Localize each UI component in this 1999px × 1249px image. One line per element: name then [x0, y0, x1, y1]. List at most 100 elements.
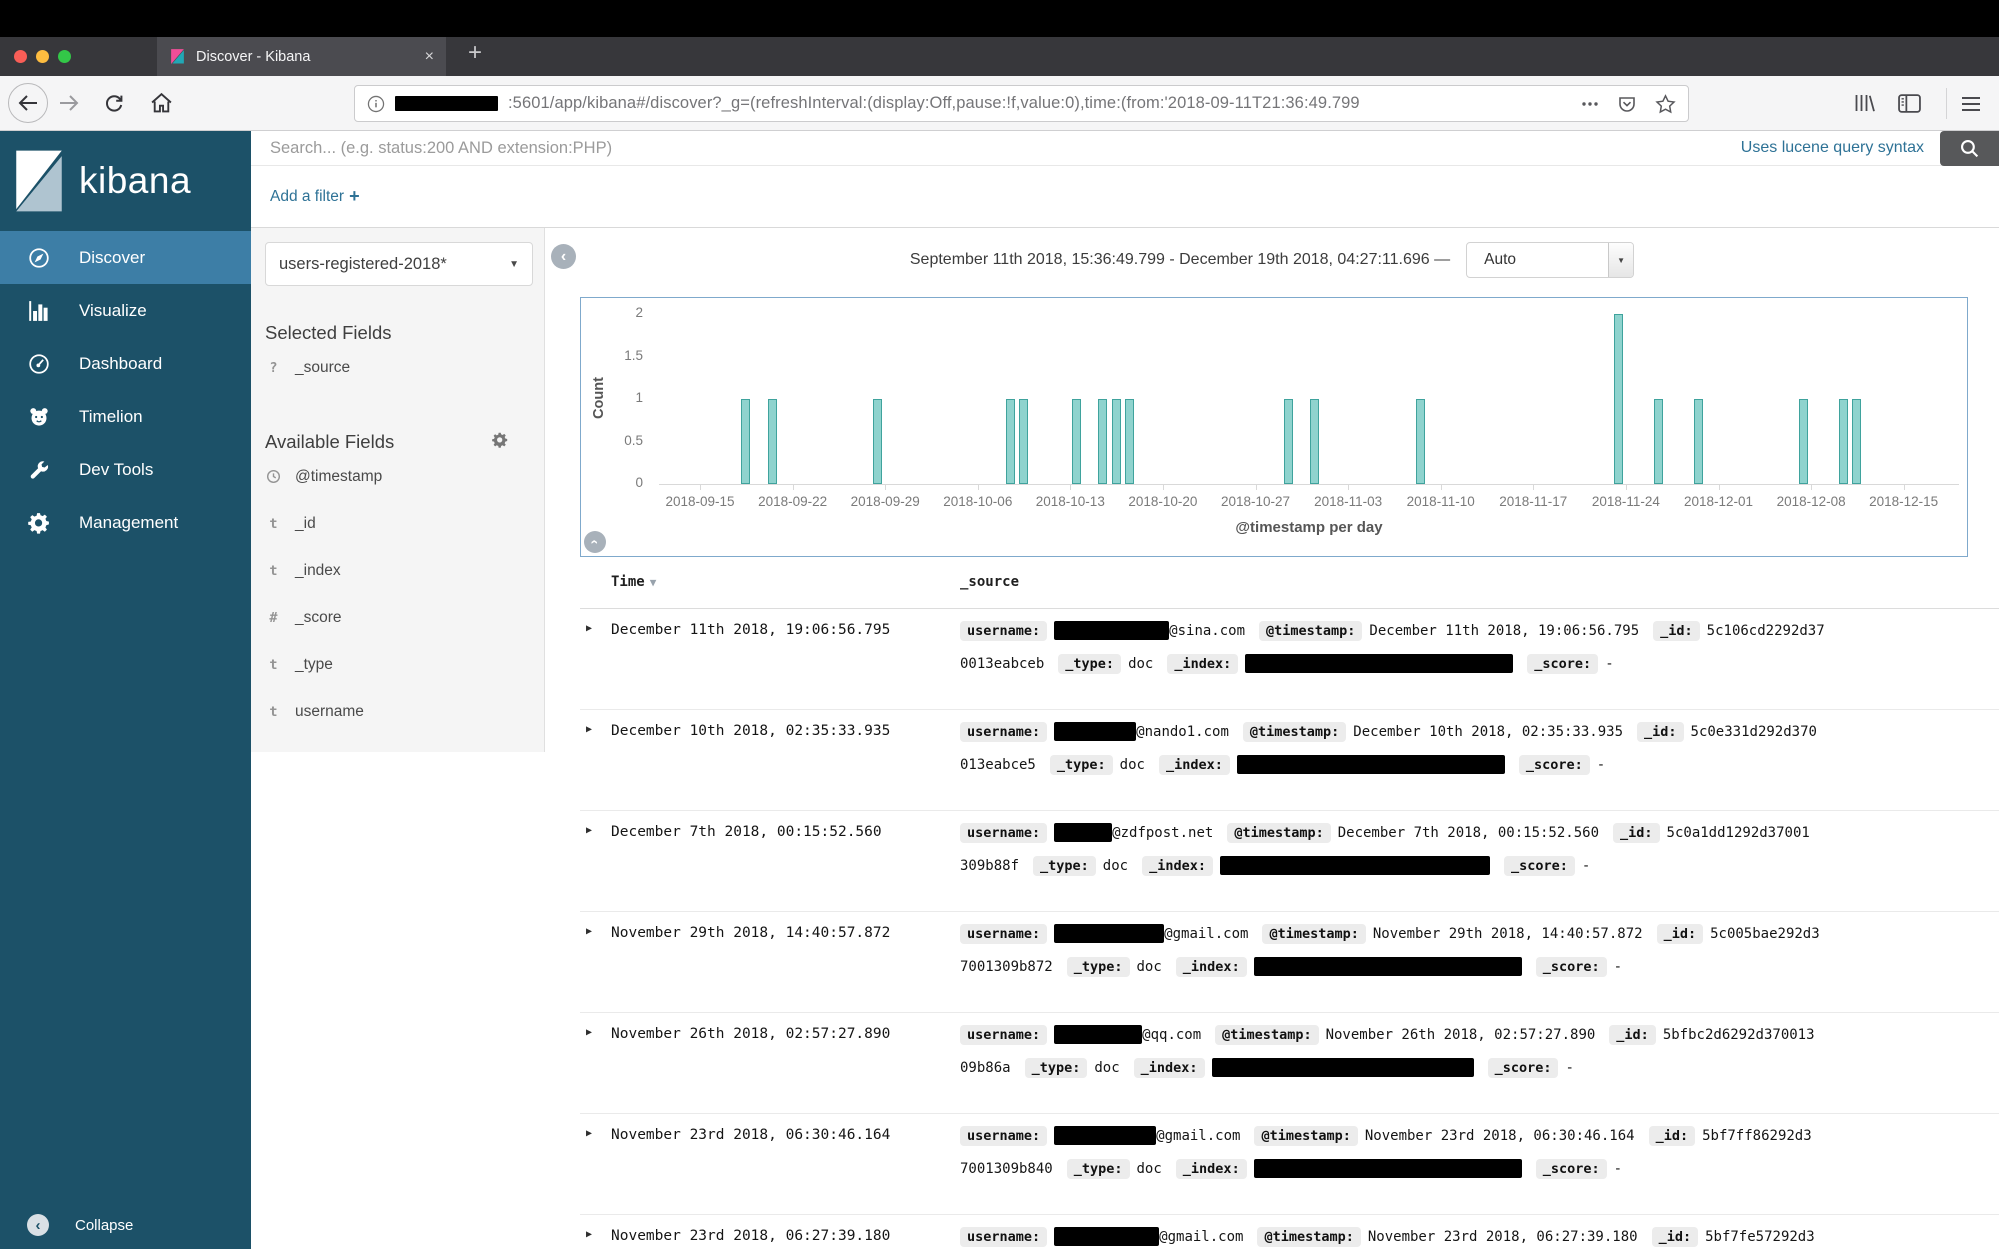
expand-row-caret[interactable]: ▶	[586, 825, 592, 836]
window-close-button[interactable]	[14, 50, 27, 63]
histogram-bar[interactable]	[1309, 399, 1319, 484]
bookmark-star-icon[interactable]	[1655, 93, 1676, 114]
lucene-syntax-link[interactable]: Uses lucene query syntax	[1741, 139, 1924, 157]
search-input[interactable]	[270, 138, 1725, 158]
field-badge: _id:	[1656, 923, 1704, 944]
histogram-bar[interactable]	[1653, 399, 1663, 484]
field-item--timestamp[interactable]: @timestamp	[265, 453, 544, 500]
sidebar-toggle-button[interactable]	[1898, 94, 1921, 113]
histogram-bar[interactable]	[741, 399, 751, 484]
expand-row-caret[interactable]: ▶	[586, 724, 592, 735]
query-bar: Uses lucene query syntax	[251, 130, 1999, 166]
interval-value: Auto	[1484, 251, 1516, 268]
expand-row-caret[interactable]: ▶	[586, 623, 592, 634]
field-item--type[interactable]: t _type	[265, 641, 544, 688]
redacted-value	[1211, 1058, 1474, 1077]
histogram-bar[interactable]	[1415, 399, 1425, 484]
time-range-header: September 11th 2018, 15:36:49.799 - Dece…	[545, 242, 1999, 278]
row-source: username: @gmail.com @timestamp: November 2…	[960, 1119, 1993, 1185]
sidebar-item-visualize[interactable]: Visualize	[0, 284, 251, 337]
histogram-bar[interactable]	[1018, 399, 1028, 484]
histogram-bar[interactable]	[1839, 399, 1848, 484]
expand-row-caret[interactable]: ▶	[586, 1027, 592, 1038]
field-item--index[interactable]: t _index	[265, 547, 544, 594]
histogram-bar[interactable]	[1071, 399, 1081, 484]
histogram-bar[interactable]	[1111, 399, 1121, 484]
histogram-bar[interactable]	[873, 399, 883, 484]
sidebar-collapse-button[interactable]: ‹ Collapse	[27, 1214, 133, 1236]
sidebar-item-timelion[interactable]: Timelion	[0, 390, 251, 443]
histogram-bar[interactable]	[1693, 399, 1703, 484]
field-name: _type	[295, 655, 333, 673]
histogram-bar[interactable]	[1852, 399, 1862, 484]
expand-row-caret[interactable]: ▶	[586, 1229, 592, 1240]
histogram-chart[interactable]: 0 0.5 1 1.5 2 2018-09-15 2018-09-22 2018-09-29 2…	[580, 297, 1968, 557]
time-column-header[interactable]: Time ▼	[611, 574, 656, 590]
kibana-logo[interactable]: kibana	[0, 131, 251, 231]
home-button[interactable]	[150, 92, 173, 113]
field-type-label: t	[269, 515, 278, 532]
interval-select[interactable]: Auto ▼	[1466, 242, 1635, 278]
histogram-bar[interactable]	[1124, 399, 1134, 484]
available-fields-list: @timestamp t _id t _index # _score t _type t usern…	[265, 453, 544, 735]
sidebar-item-dev-tools[interactable]: Dev Tools	[0, 443, 251, 496]
field-item--source[interactable]: ? _source	[265, 344, 544, 391]
index-pattern-select[interactable]: users-registered-2018* ▼	[265, 242, 533, 286]
window-minimize-button[interactable]	[36, 50, 49, 63]
field-type-label: ?	[269, 359, 278, 376]
field-badge: _id:	[1637, 721, 1684, 742]
sidebar-item-dashboard[interactable]: Dashboard	[0, 337, 251, 390]
reload-button[interactable]	[104, 93, 124, 113]
browser-tab[interactable]: Discover - Kibana ×	[157, 37, 446, 76]
x-tick-mark	[792, 484, 794, 490]
menu-button[interactable]	[1961, 96, 1981, 112]
field-badge: _score:	[1535, 956, 1607, 977]
sidebar-toggle-icon	[1898, 94, 1921, 113]
field-badge: _index:	[1167, 653, 1239, 674]
redacted-value	[1054, 1025, 1143, 1044]
plus-icon: +	[349, 186, 360, 206]
histogram-bar[interactable]	[1614, 314, 1624, 484]
histogram-bar[interactable]	[1005, 399, 1015, 484]
field-name: @timestamp	[295, 467, 383, 485]
row-time: December 7th 2018, 00:15:52.560	[611, 824, 882, 840]
field-value: 5bf7ff86292d3	[1702, 1127, 1812, 1144]
url-text: :5601/app/kibana#/discover?_g=(refreshIn…	[508, 94, 1360, 112]
histogram-bar[interactable]	[1799, 399, 1809, 484]
expand-row-caret[interactable]: ▶	[586, 1128, 592, 1139]
field-badge: _index:	[1158, 754, 1230, 775]
library-button[interactable]	[1853, 93, 1876, 113]
sidebar-item-management[interactable]: Management	[0, 496, 251, 549]
histogram-bar[interactable]	[1098, 399, 1108, 484]
window-zoom-button[interactable]	[58, 50, 71, 63]
add-filter-button[interactable]: Add a filter +	[270, 186, 360, 207]
sidebar-nav: Discover Visualize Dashboard Timelion Dev To…	[0, 231, 251, 549]
y-tick-label: 2	[635, 305, 643, 320]
letterbox-top	[0, 0, 1999, 37]
page-actions-icon[interactable]	[1581, 101, 1599, 107]
field-settings-gear-icon[interactable]	[492, 432, 508, 453]
site-info-icon[interactable]	[367, 95, 385, 113]
field-value: 5c0a1dd1292d37001	[1666, 824, 1810, 841]
collapse-label: Collapse	[75, 1216, 134, 1234]
x-tick-mark	[1162, 484, 1164, 490]
expand-row-caret[interactable]: ▶	[586, 926, 592, 937]
collapse-histogram-button[interactable]: ‹	[584, 531, 606, 553]
search-button[interactable]	[1940, 130, 1999, 166]
tab-close-icon[interactable]: ×	[425, 48, 434, 66]
field-item-username[interactable]: t username	[265, 688, 544, 735]
sidebar-item-discover[interactable]: Discover	[0, 231, 251, 284]
back-button[interactable]	[8, 83, 48, 123]
field-value: doc	[1136, 1160, 1162, 1177]
forward-button[interactable]	[58, 94, 80, 112]
url-bar[interactable]: :5601/app/kibana#/discover?_g=(refreshIn…	[354, 85, 1689, 122]
index-pattern-label: users-registered-2018*	[279, 254, 447, 273]
new-tab-button[interactable]: +	[468, 39, 482, 67]
field-item--id[interactable]: t _id	[265, 500, 544, 547]
field-item--score[interactable]: # _score	[265, 594, 544, 641]
field-badge: @timestamp:	[1227, 822, 1331, 843]
histogram-bar[interactable]	[767, 399, 777, 484]
histogram-bar[interactable]	[1283, 399, 1293, 484]
field-value: 7001309b840	[960, 1160, 1053, 1177]
pocket-icon[interactable]	[1617, 94, 1637, 114]
